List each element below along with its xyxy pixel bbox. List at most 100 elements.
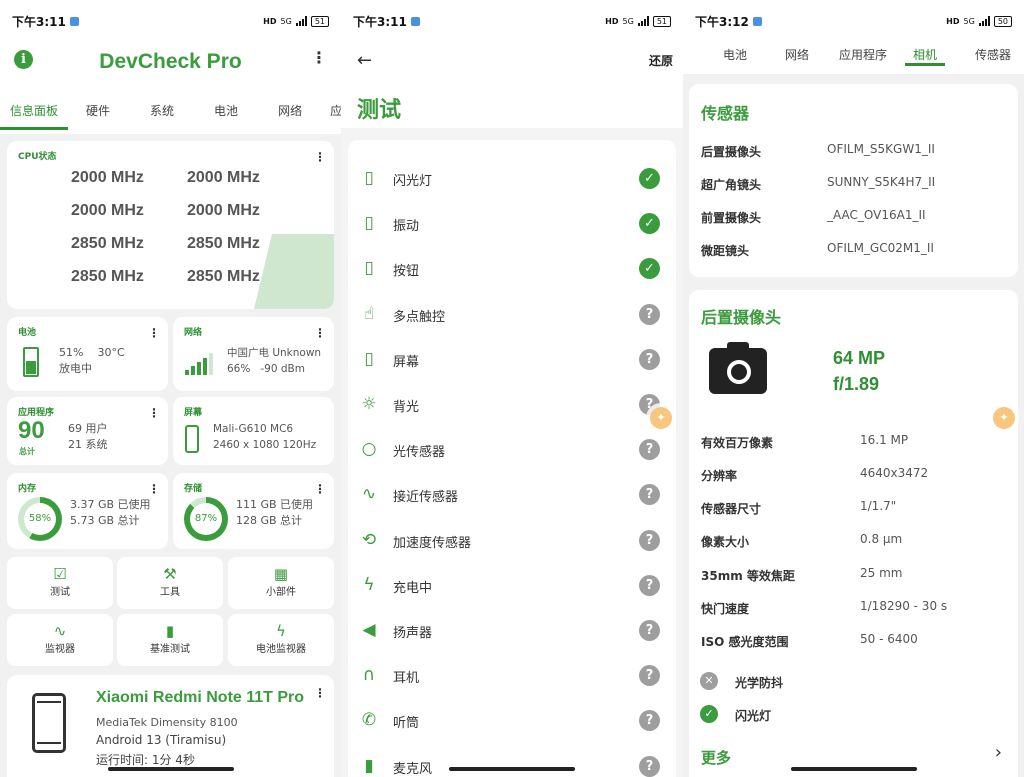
bar-chart-icon: ▮ xyxy=(165,622,175,640)
card-menu-icon[interactable]: ⋮ xyxy=(314,687,326,699)
test-item[interactable]: ∿ 接近传感器? xyxy=(348,471,676,516)
flashlight-icon: ▯ xyxy=(364,168,374,188)
screen-card-title: 屏幕 xyxy=(184,408,203,418)
core-frequency: 2000 MHz xyxy=(187,202,260,219)
device-uptime: 运行时间: 1分 4秒 xyxy=(96,753,195,767)
tab-apps[interactable]: 应 xyxy=(320,96,341,130)
tab-system[interactable]: 系统 xyxy=(140,96,184,130)
card-menu-icon[interactable]: ⋮ xyxy=(314,483,326,495)
test-item[interactable]: ⟲ 加速度传感器? xyxy=(348,517,676,562)
rotate-icon: ⟲ xyxy=(361,529,377,550)
core-frequency: 2000 MHz xyxy=(187,169,260,186)
checklist-icon: ☑ xyxy=(53,565,67,583)
test-label: 麦克风 xyxy=(393,761,433,777)
mic-icon: ▮ xyxy=(364,755,374,776)
test-item[interactable]: ▯ 按钮 ✓ xyxy=(348,245,676,290)
apps-total: 90 xyxy=(18,417,45,444)
tab-hardware[interactable]: 硬件 xyxy=(76,96,120,130)
apps-card[interactable]: 应用程序 ⋮ 90 总计 69 用户 21 系统 xyxy=(7,397,168,465)
sensor-value: SUNNY_S5K4H7_II xyxy=(827,175,936,189)
test-item[interactable]: ▯ 振动 ✓ xyxy=(348,200,676,245)
sensor-value: OFILM_GC02M1_II xyxy=(827,241,934,255)
cpu-status-card[interactable]: CPU状态 ⋮ 2000 MHz 2000 MHz 2000 MHz 2000 … xyxy=(7,141,334,309)
hd-icon: HD xyxy=(605,16,619,26)
accessibility-float-icon[interactable]: ✦ xyxy=(650,407,672,429)
screen-card[interactable]: 屏幕 Mali-G610 MC6 2460 x 1080 120Hz xyxy=(173,397,334,465)
tests-panel: 下午3:11 HD 5G 51 ← 还原 测试 ▯ 闪光灯 ✓ ▯ 振动 ✓ ▯ 按钮 ✓ ☝ 多点… xyxy=(341,0,683,777)
storage-card[interactable]: 存储 ⋮ 87% 111 GB 已使用 128 GB 总计 xyxy=(173,473,334,549)
tests-list: ▯ 闪光灯 ✓ ▯ 振动 ✓ ▯ 按钮 ✓ ☝ 多点触控? ▯ 屏幕? ☼ 背光? ○ 光传感器? ∿ 接近传感器?… xyxy=(348,140,676,777)
more-link[interactable]: 更多 xyxy=(701,747,731,768)
help-circle-icon: ? xyxy=(639,710,660,732)
tool-benchmark-button[interactable]: ▮ 基准测试 xyxy=(117,614,223,666)
sensor-value: _AAC_OV16A1_II xyxy=(827,208,926,222)
storage-usage-ring: 87% xyxy=(184,497,228,541)
test-item[interactable]: ☼ 背光? xyxy=(348,381,676,426)
network-card[interactable]: 网络 ⋮ 中国广电 Unknown 66% -90 dBm xyxy=(173,317,334,391)
app-notification-icon xyxy=(410,16,420,26)
tab-battery[interactable]: 电池 xyxy=(723,46,747,63)
spec-value: 4640x3472 xyxy=(860,466,929,480)
feature-label: 光学防抖 xyxy=(735,676,784,690)
proximity-icon: ∿ xyxy=(361,484,377,505)
spec-value: 1/1.7" xyxy=(860,499,897,513)
device-card[interactable]: ⋮ Xiaomi Redmi Note 11T Pro MediaTek Dim… xyxy=(7,675,334,777)
card-menu-icon[interactable]: ⋮ xyxy=(314,327,326,339)
test-item[interactable]: ✆ 听筒? xyxy=(348,697,676,742)
tab-dashboard[interactable]: 信息面板 xyxy=(0,96,69,130)
more-options-icon[interactable]: ⋮ xyxy=(311,50,327,66)
battery-card-title: 电池 xyxy=(18,328,37,338)
tool-tests-button[interactable]: ☑ 测试 xyxy=(7,557,113,609)
tool-tools-button[interactable]: ⚒ 工具 xyxy=(117,557,223,609)
cpu-status-title: CPU状态 xyxy=(18,152,57,162)
tool-widgets-button[interactable]: ▦ 小部件 xyxy=(228,557,334,609)
test-item[interactable]: ○ 光传感器? xyxy=(348,426,676,471)
spec-value: 50 - 6400 xyxy=(860,632,918,646)
battery-indicator: 50 xyxy=(993,15,1012,27)
card-menu-icon[interactable]: ⋮ xyxy=(148,407,160,419)
speaker-icon: ◀ xyxy=(362,620,376,640)
tool-battery-monitor-button[interactable]: ϟ 电池监视器 xyxy=(228,614,334,666)
test-item[interactable]: ☝ 多点触控? xyxy=(348,291,676,336)
restore-button[interactable]: 还原 xyxy=(649,52,673,69)
spec-key: 有效百万像素 xyxy=(701,436,774,450)
tab-battery[interactable]: 电池 xyxy=(204,96,248,130)
check-circle-icon: ✓ xyxy=(639,258,660,280)
tab-network[interactable]: 网络 xyxy=(785,46,809,63)
test-item[interactable]: ▯ 闪光灯 ✓ xyxy=(348,155,676,200)
bolt-icon: ϟ xyxy=(276,622,286,640)
accessibility-float-icon[interactable]: ✦ xyxy=(993,407,1015,429)
test-item[interactable]: ◀ 扬声器? xyxy=(348,607,676,652)
phone-icon xyxy=(32,693,66,753)
storage-percent: 87% xyxy=(190,503,222,535)
memory-card[interactable]: 内存 ⋮ 58% 3.37 GB 已使用 5.73 GB 总计 xyxy=(7,473,168,549)
tool-monitor-button[interactable]: ∿ 监视器 xyxy=(7,614,113,666)
tab-apps[interactable]: 应用程序 xyxy=(839,46,887,63)
card-menu-icon[interactable]: ⋮ xyxy=(148,483,160,495)
status-time: 下午3:11 xyxy=(353,14,407,29)
spec-key: 35mm 等效焦距 xyxy=(701,569,795,583)
network-type: 5G xyxy=(622,16,634,26)
card-menu-icon[interactable]: ⋮ xyxy=(148,327,160,339)
test-item[interactable]: ϟ 充电中? xyxy=(348,562,676,607)
gesture-bar[interactable] xyxy=(790,767,917,771)
test-item[interactable]: ▮ 麦克风? xyxy=(348,743,676,777)
tab-sensors[interactable]: 传感器 xyxy=(975,46,1011,63)
memory-used: 3.37 GB 已使用 xyxy=(70,498,151,511)
tab-camera[interactable]: 相机 xyxy=(905,46,946,66)
battery-icon xyxy=(23,347,39,377)
tab-network[interactable]: 网络 xyxy=(268,96,312,130)
spec-key: ISO 感光度范围 xyxy=(701,635,789,649)
test-item[interactable]: ▯ 屏幕? xyxy=(348,336,676,381)
brightness-icon: ☼ xyxy=(361,394,377,414)
test-item[interactable]: ∩ 耳机? xyxy=(348,652,676,697)
memory-card-title: 内存 xyxy=(18,484,37,494)
card-menu-icon[interactable]: ⋮ xyxy=(314,151,326,163)
chevron-right-icon[interactable]: › xyxy=(995,742,1002,763)
battery-card[interactable]: 电池 ⋮ 51% 30°C 放电中 xyxy=(7,317,168,391)
tool-label: 工具 xyxy=(160,587,180,598)
back-arrow-icon[interactable]: ← xyxy=(357,50,372,71)
gesture-bar[interactable] xyxy=(449,767,575,771)
check-circle-icon: ✓ xyxy=(639,168,660,189)
gesture-bar[interactable] xyxy=(107,767,234,771)
